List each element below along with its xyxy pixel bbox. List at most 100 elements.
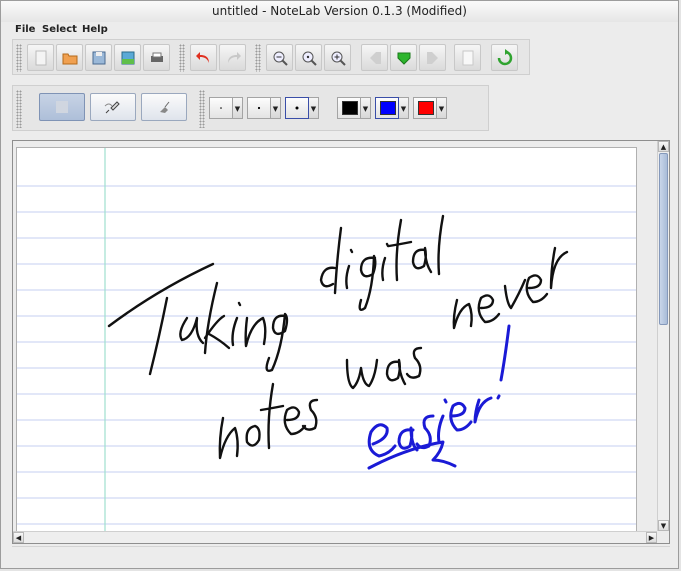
current-page-button[interactable] bbox=[390, 44, 417, 71]
black-swatch bbox=[342, 101, 358, 115]
zoom-out-button[interactable] bbox=[266, 44, 293, 71]
red-swatch bbox=[418, 101, 434, 115]
blue-swatch bbox=[380, 101, 396, 115]
print-button[interactable] bbox=[143, 44, 170, 71]
stroke-e5 bbox=[449, 401, 473, 432]
pen-toolbar-grip[interactable] bbox=[16, 90, 22, 128]
refresh-button[interactable] bbox=[491, 44, 518, 71]
note-canvas[interactable] bbox=[17, 148, 637, 532]
stroke-i bbox=[231, 301, 242, 347]
ruled-lines bbox=[17, 185, 636, 525]
previous-page-icon bbox=[369, 51, 381, 64]
select-mode-button[interactable] bbox=[39, 93, 85, 121]
toolbar-grip-3[interactable] bbox=[255, 44, 261, 72]
save-button[interactable] bbox=[85, 44, 112, 71]
pen-mode-button[interactable] bbox=[90, 93, 136, 121]
vertical-scrollbar[interactable]: ▲ ▼ bbox=[657, 141, 669, 531]
chevron-down-icon[interactable]: ▼ bbox=[309, 97, 319, 119]
menu-help[interactable]: Help bbox=[82, 22, 108, 37]
pen-color-red-combo[interactable]: ▼ bbox=[413, 97, 447, 119]
pen-size-large-combo[interactable]: ▼ bbox=[285, 97, 319, 119]
title-bar: untitled - NoteLab Version 0.1.3 (Modifi… bbox=[1, 1, 678, 22]
pen-color-blue-combo[interactable]: ▼ bbox=[375, 97, 409, 119]
print-icon bbox=[150, 52, 163, 62]
export-button[interactable] bbox=[114, 44, 141, 71]
pen-size-medium-combo[interactable]: ▼ bbox=[247, 97, 281, 119]
app-window: untitled - NoteLab Version 0.1.3 (Modifi… bbox=[0, 0, 679, 569]
note-page[interactable] bbox=[16, 147, 637, 532]
small-dot-icon bbox=[220, 107, 222, 109]
stroke-s2 bbox=[405, 346, 423, 379]
menu-bar: File Select Help bbox=[1, 22, 678, 37]
status-bar bbox=[12, 546, 670, 565]
eraser-mode-icon bbox=[160, 101, 170, 113]
stroke-t bbox=[387, 218, 413, 282]
toolbar-grip-2[interactable] bbox=[179, 44, 185, 72]
document-scroll-pane: ▲ ▼ ◀ ▶ bbox=[12, 140, 670, 544]
zoom-in-icon bbox=[331, 51, 346, 66]
next-page-icon bbox=[426, 51, 438, 64]
export-image-icon bbox=[121, 51, 134, 64]
blank-page-button[interactable] bbox=[454, 44, 481, 71]
toolbar-grip[interactable] bbox=[16, 44, 22, 72]
scroll-up-arrow-icon[interactable]: ▲ bbox=[658, 141, 669, 152]
pen-color-black-face bbox=[337, 97, 361, 119]
pen-color-black-combo[interactable]: ▼ bbox=[337, 97, 371, 119]
vertical-scroll-thumb[interactable] bbox=[659, 153, 668, 325]
chevron-down-icon[interactable]: ▼ bbox=[437, 97, 447, 119]
pen-toolbar-grip-2[interactable] bbox=[199, 90, 205, 128]
stroke-T-stem bbox=[148, 296, 169, 376]
undo-button[interactable] bbox=[190, 44, 217, 71]
chevron-down-icon[interactable]: ▼ bbox=[271, 97, 281, 119]
stroke-e2 bbox=[477, 294, 501, 324]
previous-page-button[interactable] bbox=[361, 44, 388, 71]
stroke-v bbox=[503, 278, 527, 310]
pen-size-medium-face bbox=[247, 97, 271, 119]
redo-button[interactable] bbox=[219, 44, 246, 71]
stroke-r bbox=[549, 246, 569, 290]
medium-dot-icon bbox=[257, 106, 261, 110]
handwriting-black bbox=[107, 214, 569, 460]
stroke-a3 bbox=[385, 358, 407, 386]
window-title: untitled - NoteLab Version 0.1.3 (Modifi… bbox=[212, 4, 467, 18]
redo-icon bbox=[227, 51, 241, 63]
zoom-out-icon bbox=[273, 51, 288, 66]
handwriting-blue bbox=[367, 324, 511, 470]
zoom-reset-button[interactable] bbox=[295, 44, 322, 71]
current-page-icon bbox=[397, 52, 410, 65]
eraser-mode-button[interactable] bbox=[141, 93, 187, 121]
stroke-r2 bbox=[473, 396, 493, 424]
horizontal-scrollbar[interactable]: ◀ ▶ bbox=[13, 531, 657, 543]
pen-color-red-face bbox=[413, 97, 437, 119]
stroke-o bbox=[245, 424, 261, 447]
pen-size-small-combo[interactable]: ▼ bbox=[209, 97, 243, 119]
scroll-right-arrow-icon[interactable]: ▶ bbox=[646, 532, 657, 543]
large-dot-icon bbox=[295, 106, 299, 110]
scroll-down-arrow-icon[interactable]: ▼ bbox=[658, 520, 669, 531]
stroke-l bbox=[437, 214, 445, 276]
stroke-e4 bbox=[367, 423, 397, 458]
blank-page-icon bbox=[462, 50, 473, 65]
pen-size-small-face bbox=[209, 97, 233, 119]
next-page-button[interactable] bbox=[419, 44, 446, 71]
new-button[interactable] bbox=[27, 44, 54, 71]
stroke-a bbox=[179, 316, 205, 345]
stroke-exclamation bbox=[496, 324, 511, 400]
pen-toolbar: ▼ ▼ ▼ ▼ ▼ ▼ bbox=[12, 85, 489, 131]
open-button[interactable] bbox=[56, 44, 83, 71]
stroke-s3 bbox=[415, 414, 435, 450]
stroke-i2 bbox=[345, 248, 354, 290]
stroke-a2 bbox=[411, 246, 433, 274]
menu-file[interactable]: File bbox=[15, 22, 35, 37]
zoom-in-button[interactable] bbox=[324, 44, 351, 71]
chevron-down-icon[interactable]: ▼ bbox=[233, 97, 243, 119]
new-page-icon bbox=[35, 50, 46, 65]
menu-select[interactable]: Select bbox=[42, 22, 77, 37]
stroke-i3 bbox=[381, 242, 390, 282]
open-folder-icon bbox=[62, 53, 77, 64]
chevron-down-icon[interactable]: ▼ bbox=[361, 97, 371, 119]
pen-color-blue-face bbox=[375, 97, 399, 119]
scroll-left-arrow-icon[interactable]: ◀ bbox=[13, 532, 24, 543]
main-toolbar bbox=[12, 39, 530, 75]
chevron-down-icon[interactable]: ▼ bbox=[399, 97, 409, 119]
